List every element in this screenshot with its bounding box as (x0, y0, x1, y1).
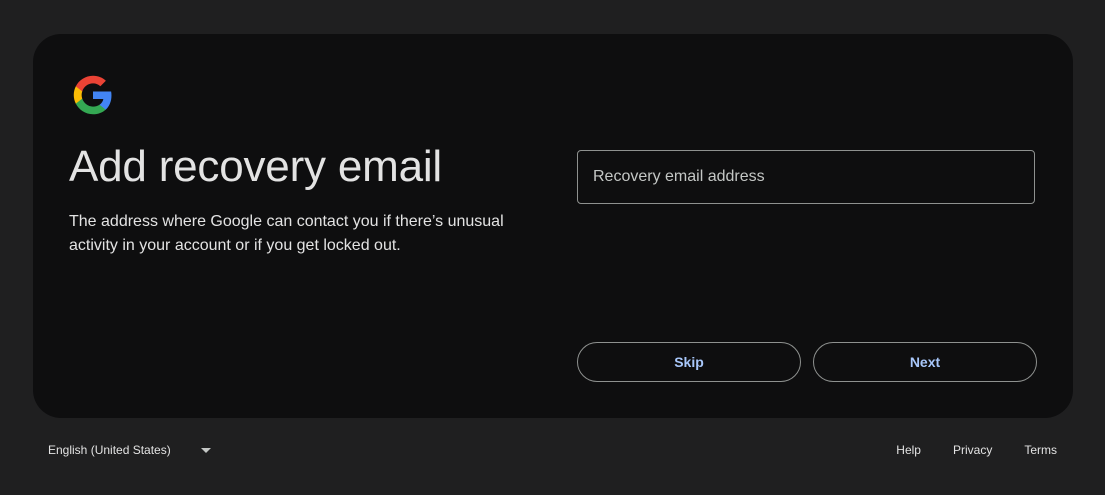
help-link[interactable]: Help (880, 443, 937, 457)
footer-links: Help Privacy Terms (880, 438, 1073, 462)
recovery-email-field[interactable] (577, 150, 1035, 204)
caret-down-icon (200, 447, 211, 453)
google-logo-icon (73, 75, 112, 115)
footer: English (United States) Help Privacy Ter… (0, 430, 1105, 470)
page-subtitle: The address where Google can contact you… (69, 213, 504, 254)
signin-card: Add recovery email The address where Goo… (33, 34, 1073, 418)
page-title: Add recovery email (69, 142, 442, 191)
recovery-email-input[interactable] (578, 151, 1034, 203)
language-label: English (United States) (48, 443, 171, 457)
language-selector[interactable]: English (United States) (40, 438, 219, 462)
next-button[interactable]: Next (813, 342, 1037, 382)
skip-button[interactable]: Skip (577, 342, 801, 382)
terms-link[interactable]: Terms (1008, 443, 1073, 457)
privacy-link[interactable]: Privacy (937, 443, 1008, 457)
